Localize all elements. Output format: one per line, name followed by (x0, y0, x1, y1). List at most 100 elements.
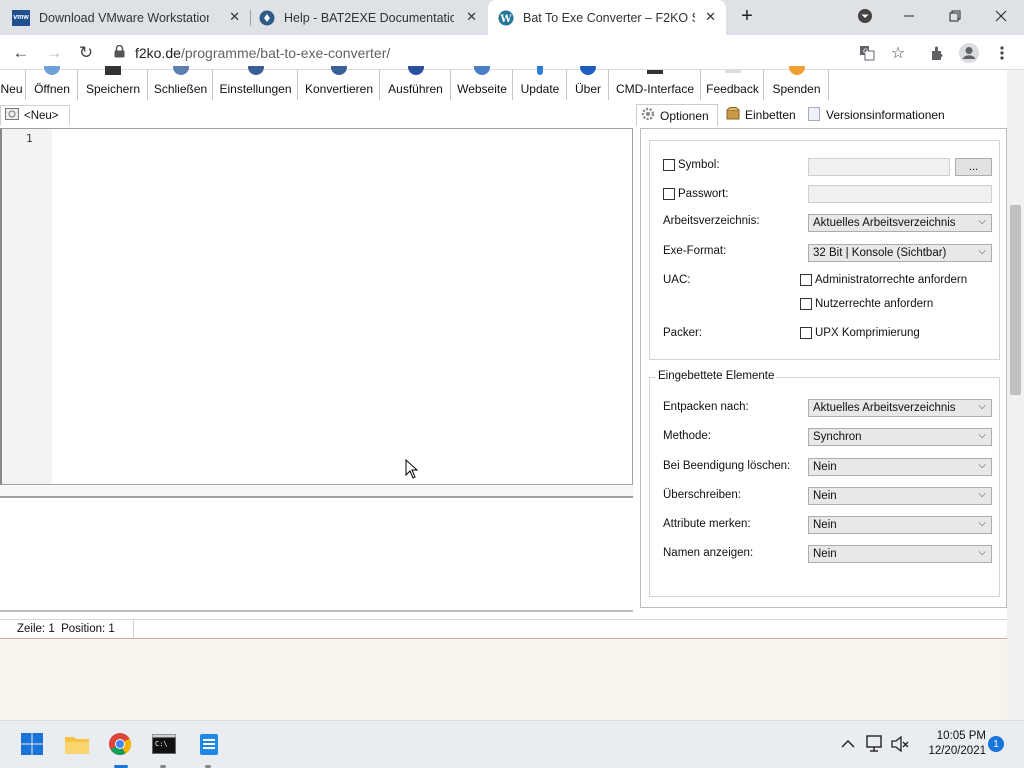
password-input[interactable] (808, 185, 992, 203)
checkbox[interactable] (663, 159, 675, 171)
line-number-gutter: 1 (2, 129, 52, 484)
tab-bat-to-exe-converter[interactable]: W Bat To Exe Converter – F2KO Soft ✕ (488, 0, 726, 35)
passwort-checkbox[interactable]: Passwort: (663, 188, 729, 200)
feedback-icon (724, 70, 741, 73)
tab-title: Bat To Exe Converter – F2KO Soft (523, 10, 695, 25)
checkbox[interactable] (800, 327, 812, 339)
convert-button[interactable]: Konvertieren (299, 66, 380, 100)
website-button[interactable]: Webseite (452, 66, 513, 100)
upx-checkbox[interactable]: UPX Komprimierung (800, 327, 920, 339)
close-tab-icon[interactable]: ✕ (466, 9, 477, 25)
update-button[interactable]: Update (514, 66, 567, 100)
url-bar[interactable]: f2ko.de/programme/bat-to-exe-converter/ (108, 40, 918, 66)
arbeitsverzeichnis-select[interactable]: Aktuelles Arbeitsverzeichnis ⌵ (808, 214, 992, 232)
minimize-icon[interactable] (886, 0, 932, 32)
cmd-interface-button[interactable]: CMD-Interface (610, 70, 701, 100)
translate-icon[interactable]: G (855, 41, 879, 65)
clock[interactable]: 10:05 PM 12/20/2021 (918, 729, 986, 759)
checkbox-label: UPX Komprimierung (815, 327, 920, 339)
tab-label: Versionsinformationen (826, 108, 945, 122)
entpacken-select[interactable]: Aktuelles Arbeitsverzeichnis ⌵ (808, 399, 992, 417)
close-file-icon (172, 66, 189, 75)
checkbox[interactable] (800, 274, 812, 286)
bookmark-star-icon[interactable]: ☆ (886, 41, 910, 65)
chrome-menu-icon[interactable] (990, 41, 1014, 65)
document-tab-label: <Neu> (24, 109, 59, 122)
select-value: Nein (813, 548, 837, 560)
reload-icon[interactable]: ↻ (74, 41, 98, 65)
restore-icon[interactable] (932, 0, 978, 32)
chevron-down-icon: ⌵ (978, 460, 986, 471)
open-button[interactable]: Öffnen (27, 66, 78, 100)
methode-select[interactable]: Synchron ⌵ (808, 428, 992, 446)
uac-user-checkbox[interactable]: Nutzerrechte anfordern (800, 298, 933, 310)
terminal-icon[interactable]: C:\ (151, 731, 177, 757)
close-window-icon[interactable] (978, 0, 1024, 32)
profile-avatar-icon[interactable] (957, 41, 981, 65)
save-button[interactable]: Speichern (79, 66, 148, 100)
close-file-button[interactable]: Schließen (149, 66, 213, 100)
ueberschreiben-select[interactable]: Nein ⌵ (808, 487, 992, 505)
document-tab[interactable]: <Neu> (0, 105, 70, 125)
group-legend: Eingebettete Elemente (656, 370, 777, 382)
symbol-path-input[interactable] (808, 158, 950, 176)
browse-button[interactable]: ... (955, 158, 992, 176)
donate-button[interactable]: Spenden (765, 66, 829, 100)
namen-select[interactable]: Nein ⌵ (808, 545, 992, 563)
url-path: /programme/bat-to-exe-converter/ (180, 45, 391, 61)
tab-vmware-download[interactable]: vmw Download VMware Workstation P ✕ (12, 0, 250, 35)
uac-admin-checkbox[interactable]: Administratorrechte anfordern (800, 274, 967, 286)
tab-einbetten[interactable]: Einbetten (722, 104, 804, 126)
loeschen-select[interactable]: Nein ⌵ (808, 458, 992, 476)
svg-text:C:\: C:\ (155, 740, 168, 748)
forward-icon[interactable]: → (42, 41, 66, 65)
lock-icon[interactable] (114, 44, 125, 61)
page-scrollbar[interactable] (1007, 70, 1024, 720)
tab-optionen[interactable]: Optionen (636, 104, 718, 126)
back-icon[interactable]: ← (9, 41, 33, 65)
windows-start-icon[interactable] (19, 731, 45, 757)
symbol-checkbox[interactable]: Symbol: (663, 159, 720, 171)
new-button[interactable]: Neu (0, 70, 26, 100)
feedback-button[interactable]: Feedback (702, 70, 764, 100)
scrollbar-thumb[interactable] (1010, 205, 1021, 395)
document-icon (5, 108, 19, 123)
tab-search-icon[interactable] (842, 0, 888, 32)
volume-muted-icon[interactable] (887, 731, 913, 757)
run-button[interactable]: Ausführen (381, 66, 451, 100)
file-explorer-icon[interactable] (64, 731, 90, 757)
output-pane[interactable] (0, 498, 633, 612)
splitter-handle[interactable] (0, 486, 633, 498)
toolbar-label: Einstellungen (219, 82, 292, 96)
checkbox[interactable] (800, 298, 812, 310)
chevron-up-icon[interactable] (835, 731, 861, 757)
line-number: 1 (26, 132, 33, 145)
attribute-select[interactable]: Nein ⌵ (808, 516, 992, 534)
tab-bat2exe-help[interactable]: Help - BAT2EXE Documentation ✕ (259, 0, 487, 35)
new-tab-button[interactable]: + (725, 0, 769, 32)
network-icon[interactable] (862, 731, 888, 757)
toolbar-label: Ausführen (388, 82, 443, 96)
toolbar-label: Öffnen (34, 82, 70, 96)
settings-button[interactable]: Einstellungen (214, 66, 298, 100)
package-icon (726, 107, 740, 123)
chevron-down-icon: ⌵ (978, 518, 986, 529)
chevron-down-icon: ⌵ (978, 216, 986, 227)
page-background (0, 640, 1007, 720)
toolbar-label: Feedback (706, 82, 759, 96)
about-button[interactable]: Über (568, 66, 609, 100)
toolbar-label: Update (520, 82, 560, 96)
convert-icon (331, 66, 347, 75)
exe-format-select[interactable]: 32 Bit | Konsole (Sichtbar) ⌵ (808, 244, 992, 262)
ueberschreiben-label: Überschreiben: (663, 489, 741, 501)
close-tab-icon[interactable]: ✕ (229, 9, 240, 25)
script-editor[interactable]: 1 (0, 128, 633, 485)
notepad-icon[interactable] (196, 731, 222, 757)
tab-versionsinformationen[interactable]: Versionsinformationen (804, 104, 954, 126)
close-tab-icon[interactable]: ✕ (705, 9, 716, 25)
notification-badge[interactable]: 1 (988, 736, 1004, 752)
extensions-icon[interactable] (926, 41, 950, 65)
mouse-cursor-icon (405, 458, 419, 482)
checkbox[interactable] (663, 188, 675, 200)
chrome-icon[interactable] (107, 731, 133, 757)
